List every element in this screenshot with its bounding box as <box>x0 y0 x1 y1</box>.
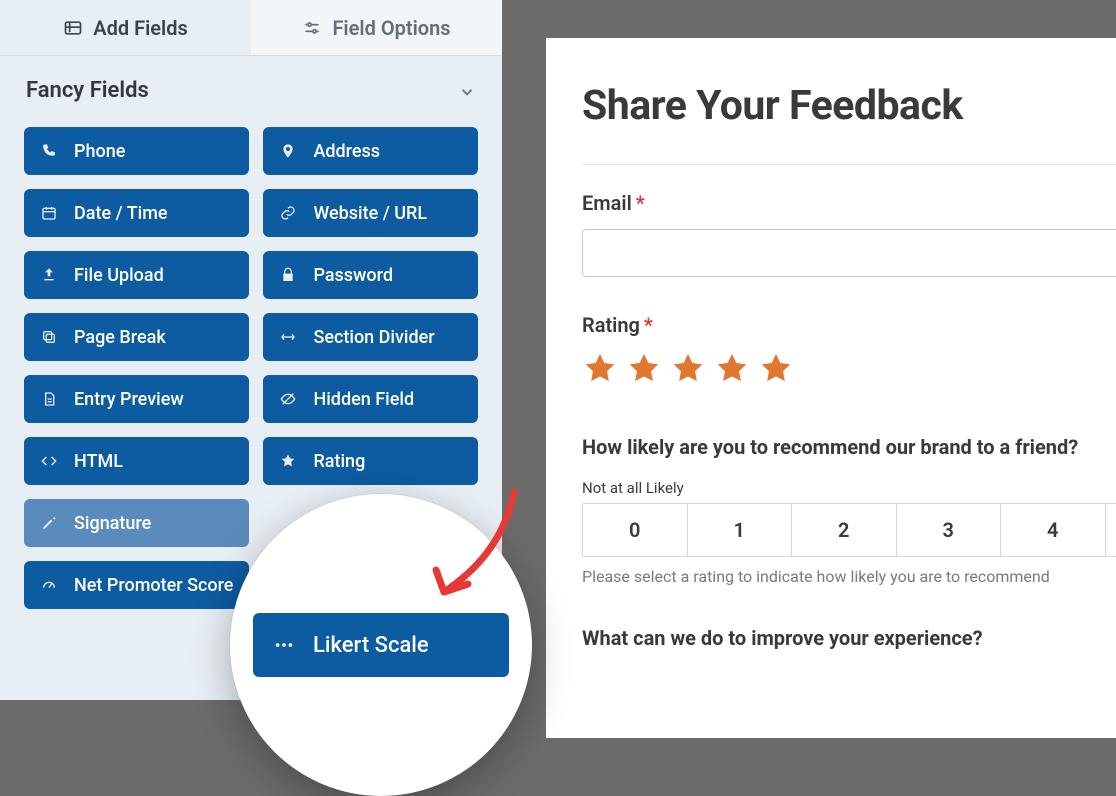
star-icon[interactable] <box>670 351 706 391</box>
field-label: Section Divider <box>313 327 434 348</box>
tab-field-options[interactable]: Field Options <box>251 0 502 55</box>
rating-label: Rating* <box>582 313 1116 337</box>
spotlight: Likert Scale <box>230 494 532 796</box>
gauge-icon <box>40 576 58 594</box>
tab-add-fields[interactable]: Add Fields <box>0 0 251 55</box>
required-mark: * <box>636 191 645 215</box>
field-hidden-field[interactable]: Hidden Field <box>263 375 478 423</box>
pencil-icon <box>40 514 58 532</box>
star-icon[interactable] <box>758 351 794 391</box>
field-rating[interactable]: Rating <box>263 437 478 485</box>
field-label: Signature <box>74 513 151 534</box>
field-html[interactable]: HTML <box>24 437 249 485</box>
link-icon <box>279 204 297 222</box>
field-label: HTML <box>74 451 123 472</box>
field-label: Likert Scale <box>313 633 429 658</box>
nps-help: Please select a rating to indicate how l… <box>582 567 1116 586</box>
phone-icon <box>40 142 58 160</box>
nps-scale: 0 1 2 3 4 5 <box>582 503 1116 557</box>
field-label: Password <box>313 265 393 286</box>
copy-icon <box>40 328 58 346</box>
sliders-icon <box>302 18 322 38</box>
dots-icon <box>273 636 295 654</box>
nps-cell-5[interactable]: 5 <box>1106 504 1116 556</box>
field-label: Date / Time <box>74 203 168 224</box>
star-icon[interactable] <box>626 351 662 391</box>
field-password[interactable]: Password <box>263 251 478 299</box>
nps-cell-1[interactable]: 1 <box>688 504 793 556</box>
field-likert-scale[interactable]: Likert Scale <box>253 613 509 677</box>
field-nps[interactable]: Net Promoter Score <box>24 561 249 609</box>
form-title: Share Your Feedback <box>582 82 1116 130</box>
divider-icon <box>279 328 297 346</box>
section-fancy-fields[interactable]: Fancy Fields <box>0 56 502 117</box>
required-mark: * <box>644 313 653 337</box>
upload-icon <box>40 266 58 284</box>
field-label: Hidden Field <box>313 389 414 410</box>
nps-question: How likely are you to recommend our bran… <box>582 435 1116 459</box>
chevron-down-icon <box>458 82 476 100</box>
field-phone[interactable]: Phone <box>24 127 249 175</box>
field-address[interactable]: Address <box>263 127 478 175</box>
star-icon[interactable] <box>582 351 618 391</box>
field-label: Page Break <box>74 327 166 348</box>
field-label: Website / URL <box>313 203 427 224</box>
field-label: Net Promoter Score <box>74 575 233 596</box>
star-rating[interactable] <box>582 351 1116 391</box>
star-icon[interactable] <box>714 351 750 391</box>
field-file-upload[interactable]: File Upload <box>24 251 249 299</box>
pin-icon <box>279 142 297 160</box>
eye-off-icon <box>279 390 297 408</box>
field-label: File Upload <box>74 265 164 286</box>
nps-low-label: Not at all Likely <box>582 479 1116 497</box>
email-label: Email* <box>582 191 1116 215</box>
lock-icon <box>279 266 297 284</box>
nps-cell-4[interactable]: 4 <box>1001 504 1106 556</box>
star-icon <box>279 452 297 470</box>
email-input[interactable] <box>582 229 1116 277</box>
field-page-break[interactable]: Page Break <box>24 313 249 361</box>
nps-cell-3[interactable]: 3 <box>897 504 1002 556</box>
field-section-divider[interactable]: Section Divider <box>263 313 478 361</box>
field-website-url[interactable]: Website / URL <box>263 189 478 237</box>
sidebar-tabs: Add Fields Field Options <box>0 0 502 56</box>
field-label: Rating <box>313 451 365 472</box>
field-label: Phone <box>74 141 125 162</box>
field-signature[interactable]: Signature <box>24 499 249 547</box>
code-icon <box>40 452 58 470</box>
doc-icon <box>40 390 58 408</box>
section-title: Fancy Fields <box>26 78 149 103</box>
nps-cell-0[interactable]: 0 <box>583 504 688 556</box>
divider <box>582 164 1116 165</box>
improve-question: What can we do to improve your experienc… <box>582 626 1116 650</box>
tab-field-options-label: Field Options <box>332 16 450 40</box>
field-date-time[interactable]: Date / Time <box>24 189 249 237</box>
calendar-icon <box>40 204 58 222</box>
nps-cell-2[interactable]: 2 <box>792 504 897 556</box>
tab-add-fields-label: Add Fields <box>93 16 188 40</box>
add-fields-icon <box>63 18 83 38</box>
field-entry-preview[interactable]: Entry Preview <box>24 375 249 423</box>
field-label: Entry Preview <box>74 389 184 410</box>
field-label: Address <box>313 141 380 162</box>
form-preview: Share Your Feedback Email* Rating* How l… <box>546 38 1116 738</box>
